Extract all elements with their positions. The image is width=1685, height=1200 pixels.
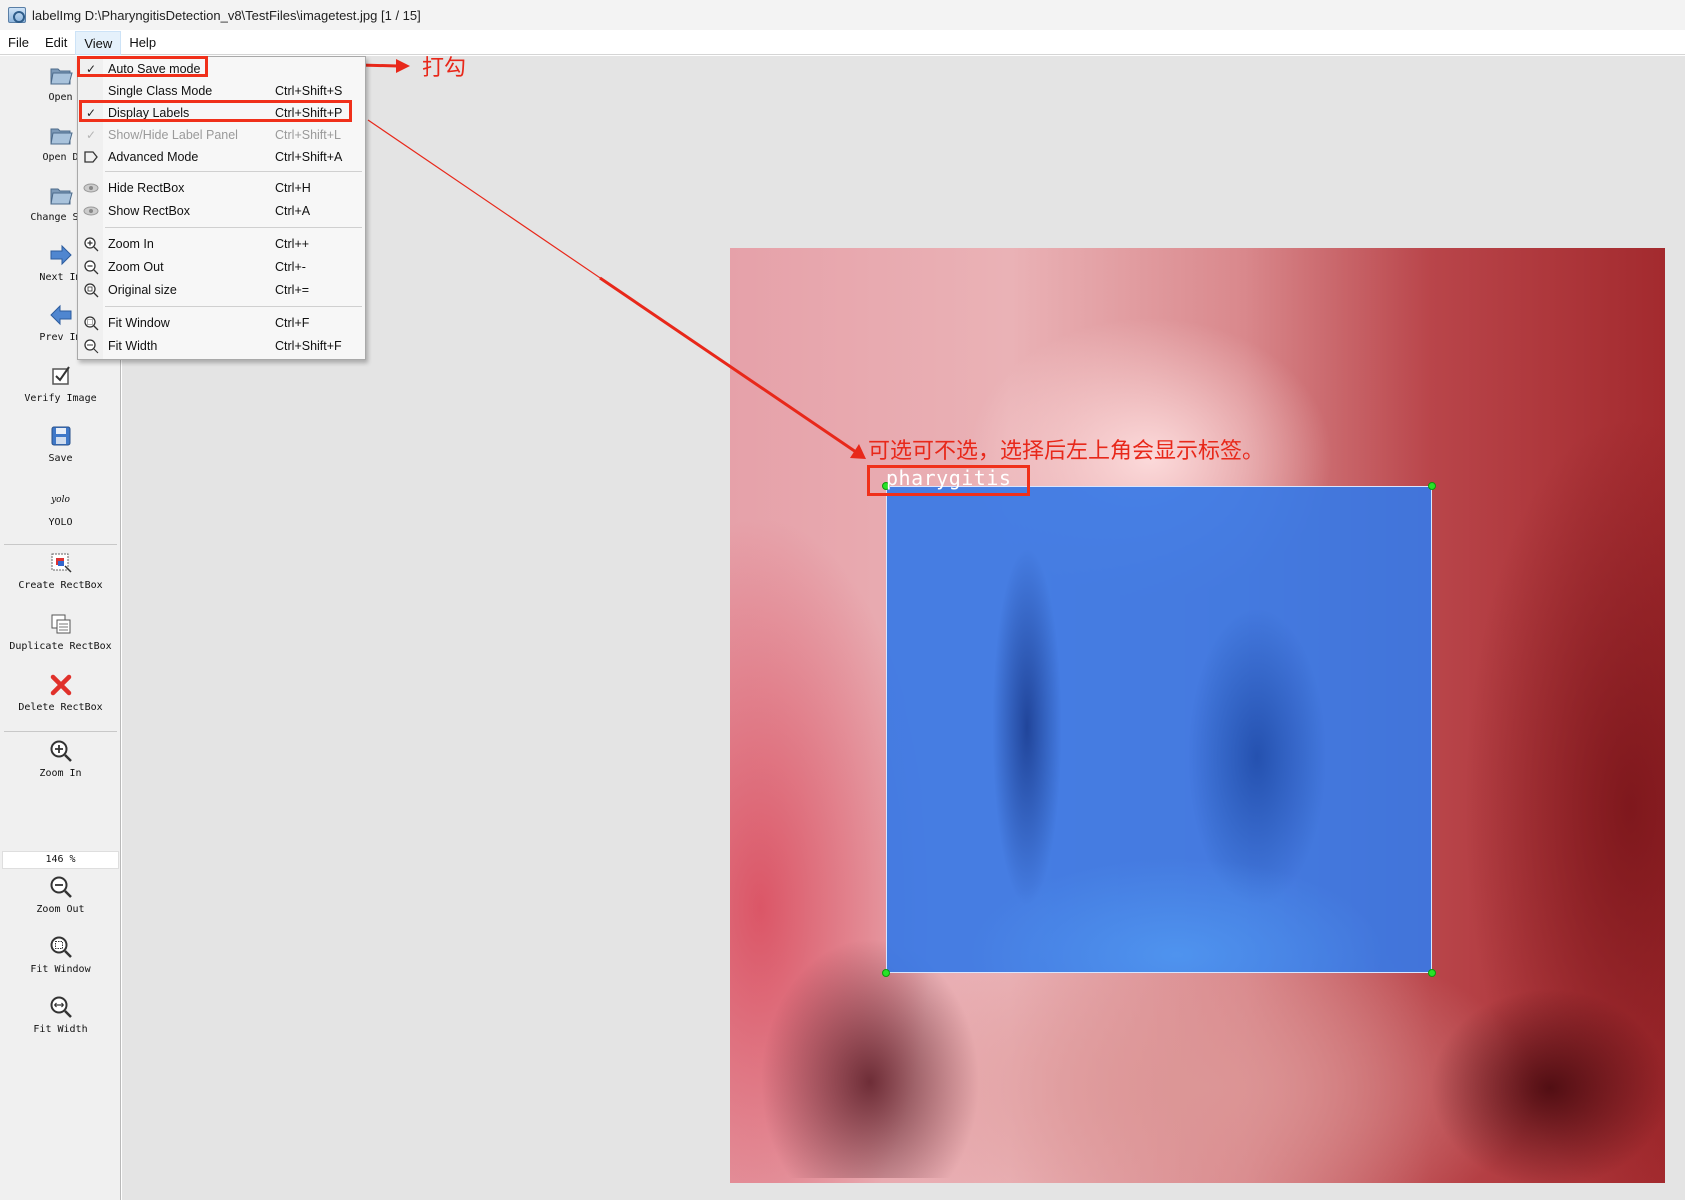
menu-item-label: Advanced Mode	[108, 150, 199, 164]
menu-separator	[105, 227, 362, 228]
menu-item-shortcut: Ctrl+H	[275, 181, 311, 195]
menu-item-single-class-mode[interactable]: Single Class Mode Ctrl+Shift+S	[78, 80, 365, 102]
tick-note-text: 打勾	[422, 56, 467, 81]
menu-item-label: Hide RectBox	[108, 181, 185, 195]
zoom-out-icon	[82, 259, 100, 275]
menu-item-shortcut: Ctrl++	[275, 237, 310, 251]
arrowhead	[850, 444, 866, 459]
labels-note-text: 可选可不选，选择后左上角会显示标签。	[868, 439, 1265, 464]
arrowhead	[396, 59, 410, 73]
menu-item-label: Original size	[108, 283, 177, 297]
menu-item-label: Show RectBox	[108, 204, 190, 218]
menu-item-shortcut: Ctrl+F	[275, 316, 310, 330]
auto-save-highlight-rect	[77, 56, 208, 77]
menu-item-fit-window[interactable]: Fit Window Ctrl+F	[78, 312, 365, 334]
menu-item-advanced-mode[interactable]: Advanced Mode Ctrl+Shift+A	[78, 146, 365, 168]
menu-item-label: Zoom In	[108, 237, 154, 251]
zoom-in-icon	[82, 236, 100, 252]
eye-icon	[82, 203, 100, 219]
menu-item-shortcut: Ctrl+Shift+S	[275, 84, 343, 98]
menu-item-show-hide-label-panel: ✓ Show/Hide Label Panel Ctrl+Shift+L	[78, 124, 365, 146]
menu-item-label: Show/Hide Label Panel	[108, 128, 238, 142]
check-icon: ✓	[85, 128, 97, 142]
menu-separator	[105, 171, 362, 172]
eye-icon	[82, 180, 100, 196]
fit-window-icon	[82, 315, 100, 331]
menu-item-shortcut: Ctrl+Shift+F	[275, 339, 342, 353]
display-labels-highlight-rect	[79, 100, 352, 122]
menu-separator	[105, 306, 362, 307]
original-size-icon	[82, 282, 100, 298]
menu-item-hide-rectbox[interactable]: Hide RectBox Ctrl+H	[78, 177, 365, 199]
menu-item-label: Fit Width	[108, 339, 158, 353]
menu-item-show-rectbox[interactable]: Show RectBox Ctrl+A	[78, 200, 365, 222]
menu-item-shortcut: Ctrl+-	[275, 260, 306, 274]
menu-item-shortcut: Ctrl+=	[275, 283, 310, 297]
menu-item-zoom-in[interactable]: Zoom In Ctrl++	[78, 233, 365, 255]
menu-item-label: Single Class Mode	[108, 84, 213, 98]
menu-item-shortcut: Ctrl+Shift+A	[275, 150, 343, 164]
advanced-mode-icon	[82, 149, 100, 165]
menu-item-zoom-out[interactable]: Zoom Out Ctrl+-	[78, 256, 365, 278]
menu-item-label: Zoom Out	[108, 260, 164, 274]
menu-item-label: Fit Window	[108, 316, 170, 330]
menu-item-shortcut: Ctrl+Shift+L	[275, 128, 342, 142]
menu-item-shortcut: Ctrl+A	[275, 204, 311, 218]
menu-item-fit-width[interactable]: Fit Width Ctrl+Shift+F	[78, 335, 365, 357]
arrow-to-labels-note-bold	[599, 276, 857, 454]
fit-width-icon	[82, 338, 100, 354]
menu-item-original-size[interactable]: Original size Ctrl+=	[78, 279, 365, 301]
